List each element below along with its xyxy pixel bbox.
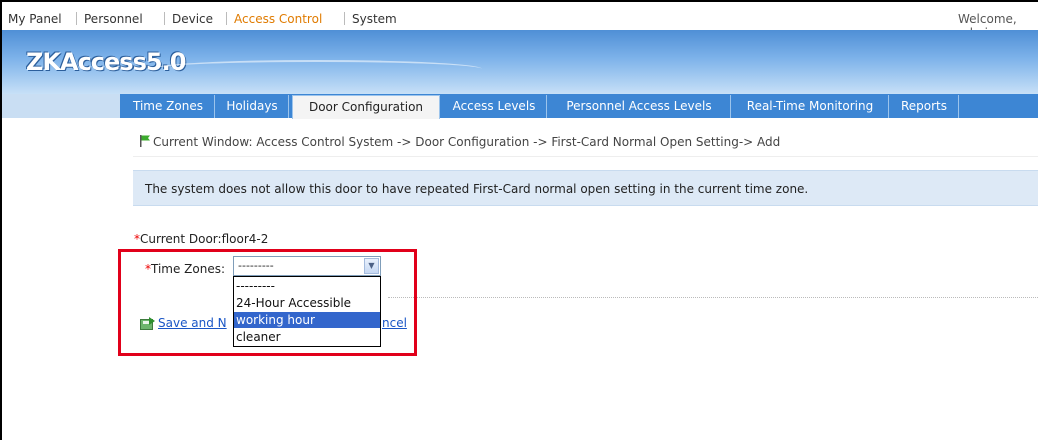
tab-holidays[interactable]: Holidays: [216, 95, 289, 118]
current-door-value: floor4-2: [221, 232, 269, 246]
nav-access-control[interactable]: Access Control: [234, 12, 322, 26]
nav-separator: [76, 12, 77, 25]
nav-separator: [226, 12, 227, 25]
tab-real-time-monitoring[interactable]: Real-Time Monitoring: [732, 95, 889, 118]
current-door-label: Current Door:: [140, 232, 222, 246]
top-nav: My Panel Personnel Device Access Control…: [2, 2, 1038, 40]
breadcrumb-text: Current Window: Access Control System ->…: [153, 135, 781, 149]
nav-personnel[interactable]: Personnel: [84, 12, 143, 26]
tab-reports[interactable]: Reports: [890, 95, 959, 118]
tab-bar: Time Zones Holidays Door Configuration A…: [120, 94, 1038, 119]
nav-separator: [164, 12, 165, 25]
nav-system[interactable]: System: [352, 12, 397, 26]
tab-access-levels[interactable]: Access Levels: [442, 95, 547, 118]
header-banner: ZKAccess5.0: [2, 30, 1038, 94]
tab-bar-left-pad: [2, 94, 120, 118]
notice-bar: The system does not allow this door to h…: [133, 170, 1038, 206]
tab-door-configuration[interactable]: Door Configuration: [292, 95, 440, 119]
nav-device[interactable]: Device: [172, 12, 213, 26]
tab-time-zones[interactable]: Time Zones: [122, 95, 215, 118]
flag-icon: [140, 135, 150, 147]
notice-text: The system does not allow this door to h…: [145, 182, 809, 196]
nav-separator: [344, 12, 345, 25]
form-divider: [388, 297, 1038, 298]
nav-my-panel[interactable]: My Panel: [8, 12, 62, 26]
tab-personnel-access-levels[interactable]: Personnel Access Levels: [548, 95, 731, 118]
highlight-box: [118, 249, 417, 356]
current-door-row: *Current Door:floor4-2: [134, 232, 268, 246]
banner-swoosh: [152, 60, 482, 78]
breadcrumb: Current Window: Access Control System ->…: [133, 126, 1038, 157]
